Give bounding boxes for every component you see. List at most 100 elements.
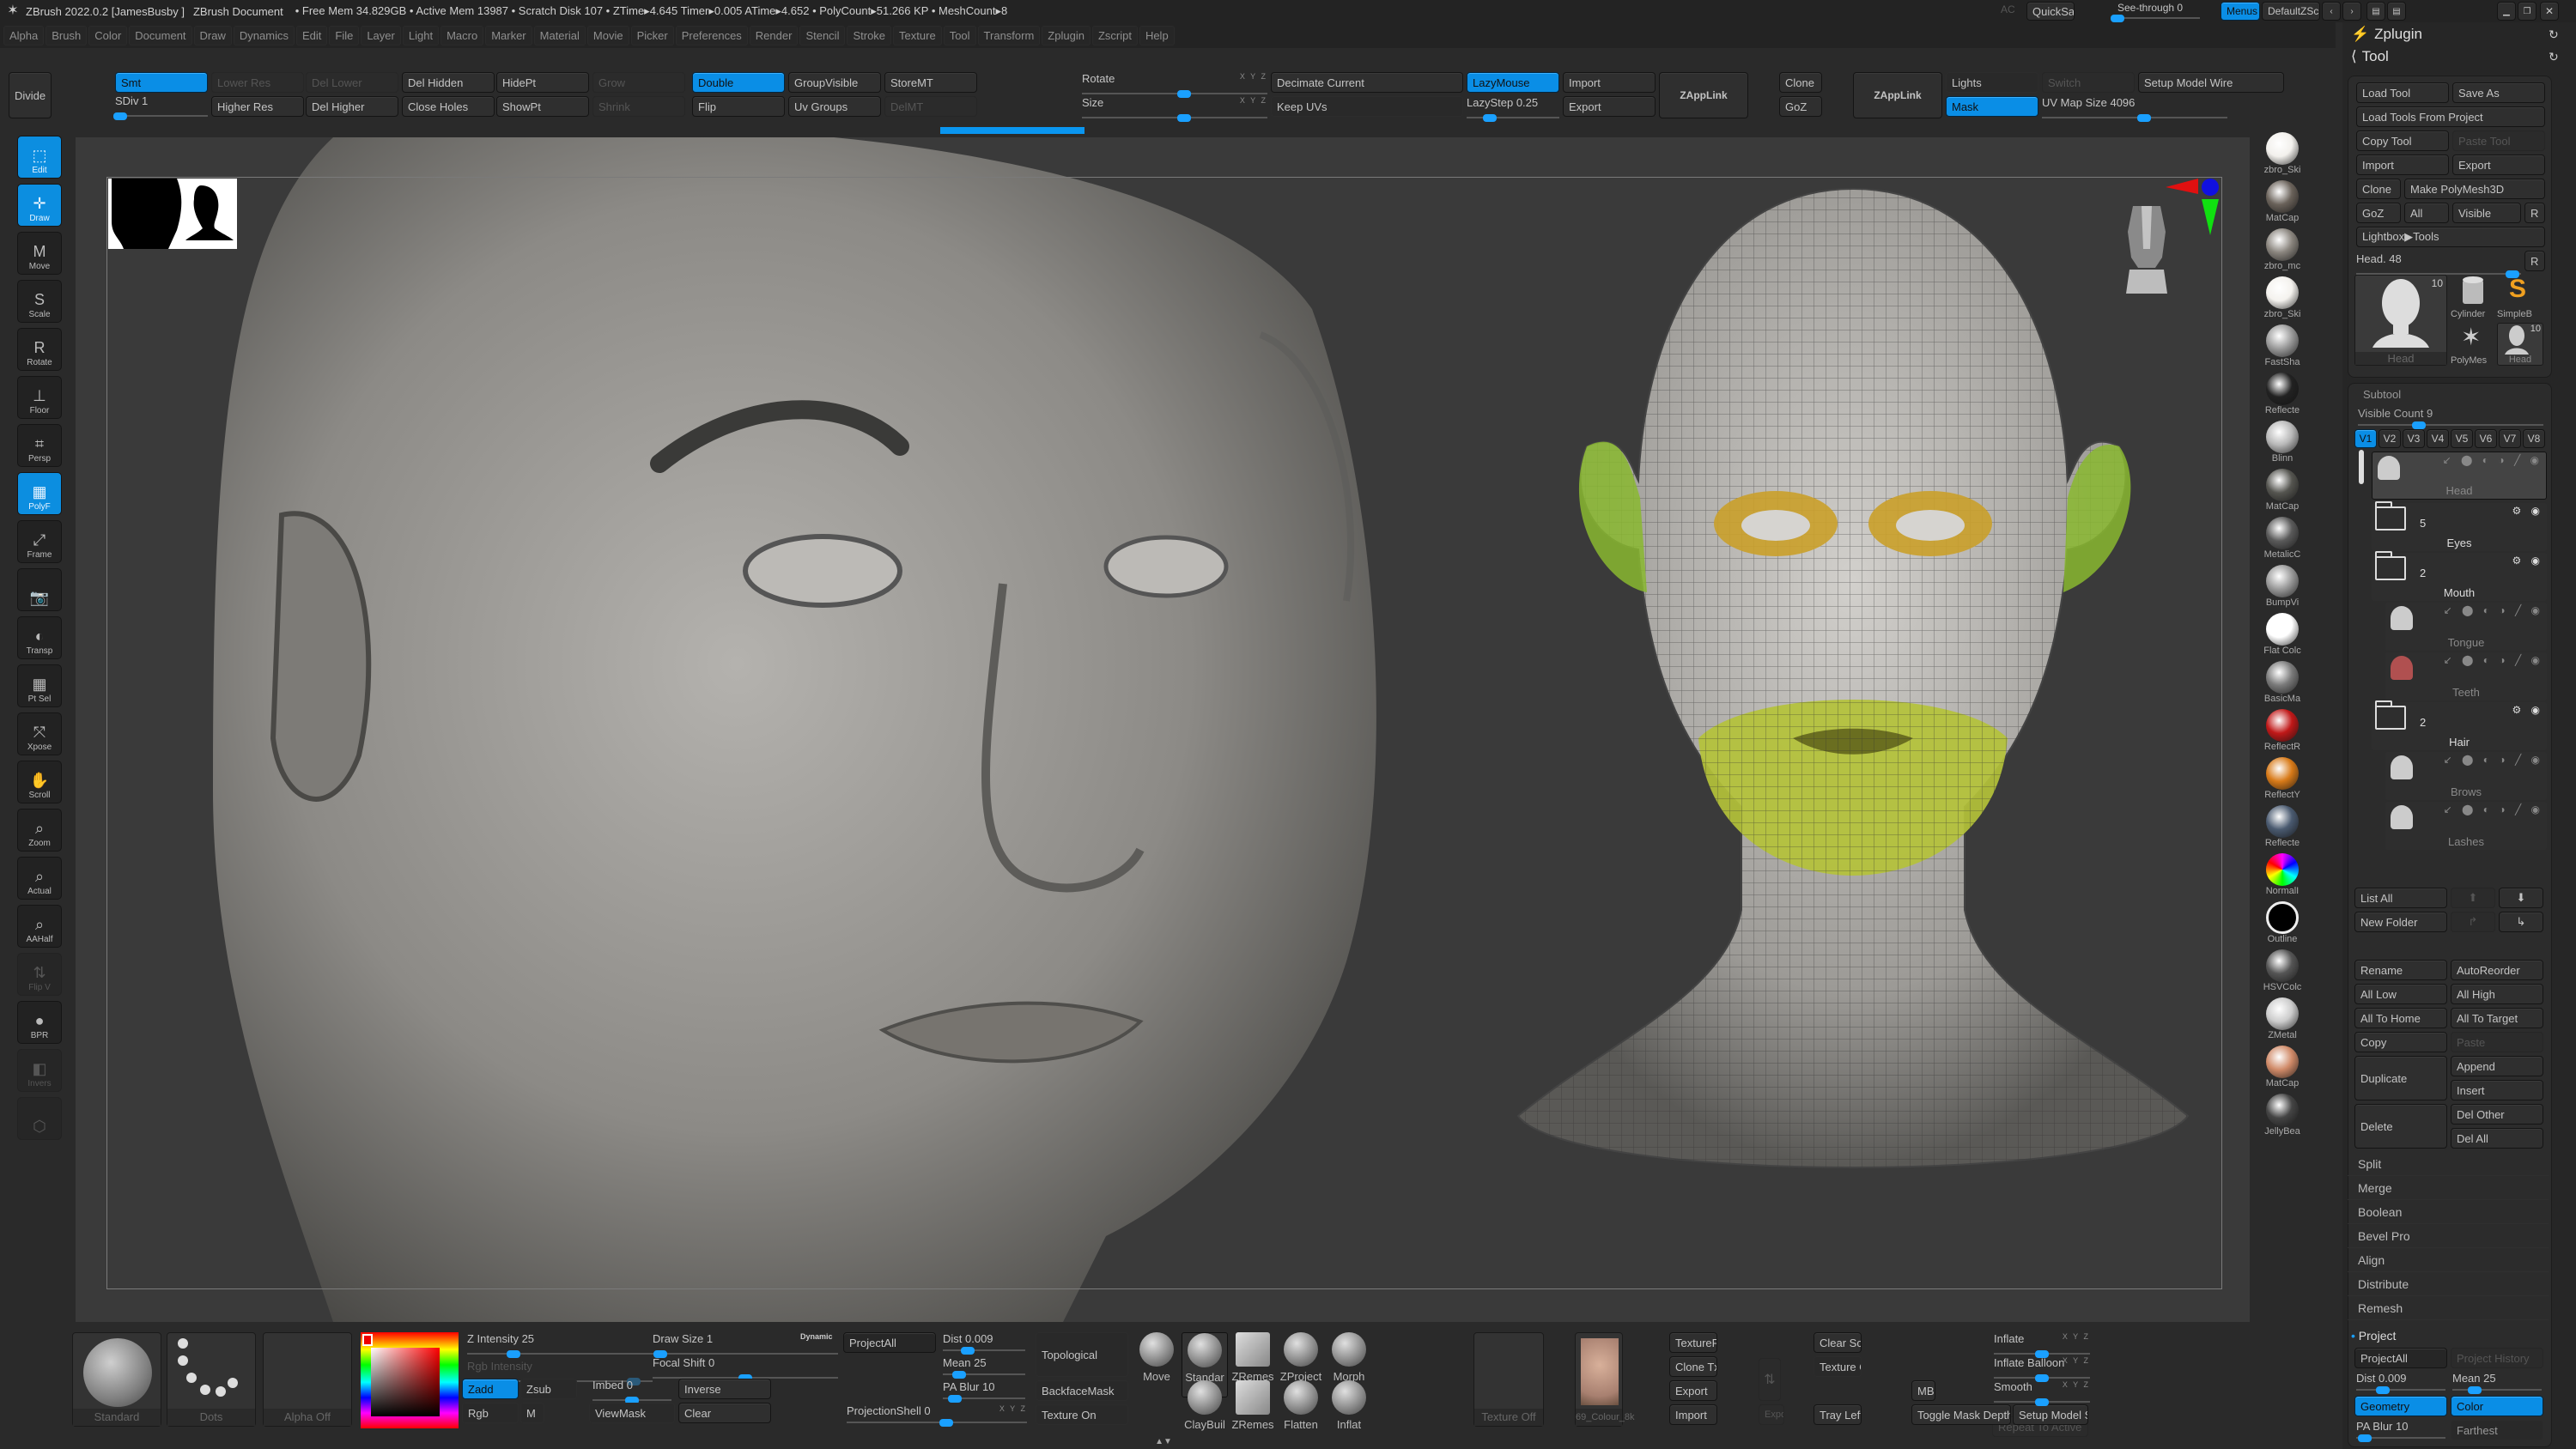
higher-res-button[interactable]: Higher Res <box>211 96 304 117</box>
goz-all-button[interactable]: All <box>2404 203 2449 223</box>
project-geometry-toggle[interactable]: Geometry <box>2354 1396 2447 1416</box>
project-history-button[interactable]: Project History <box>2451 1348 2543 1368</box>
goz-button[interactable]: GoZ <box>1779 96 1822 117</box>
all-high-button[interactable]: All High <box>2451 984 2543 1004</box>
quick-brush-flatten-7[interactable]: Flatten <box>1278 1380 1324 1446</box>
material-zbro_ski[interactable]: zbro_Ski <box>2255 276 2310 326</box>
clone-txtr-button[interactable]: Clone Txtr <box>1669 1356 1717 1377</box>
left-tool-move[interactable]: M Move <box>17 232 62 275</box>
folder-settings-visibility-icon[interactable]: ⚙ ◉ <box>2512 505 2543 517</box>
lazymouse-toggle[interactable]: LazyMouse <box>1467 72 1559 93</box>
texture-off-selector[interactable]: Texture Off <box>1473 1332 1544 1427</box>
left-tool-rotate[interactable]: R Rotate <box>17 328 62 371</box>
clear-mask-button[interactable]: Clear <box>678 1403 771 1423</box>
texture-export-2-button[interactable]: Export <box>1759 1404 1784 1425</box>
group-visible-button[interactable]: GroupVisible <box>788 72 881 93</box>
material-reflecte[interactable]: Reflecte <box>2255 805 2310 855</box>
del-hidden-button[interactable]: Del Hidden <box>402 72 495 93</box>
backface-mask-toggle[interactable]: BackfaceMask <box>1036 1380 1128 1401</box>
load-tool-button[interactable]: Load Tool <box>2356 82 2449 103</box>
project-mean-slider[interactable]: Mean 25 <box>2452 1372 2542 1394</box>
see-through-slider[interactable]: See-through 0 <box>2111 2 2200 22</box>
menu-draw[interactable]: Draw <box>193 25 232 45</box>
tool-thumb-cylinder[interactable]: Cylinder <box>2451 275 2495 319</box>
texture-import-button[interactable]: Import <box>1669 1404 1717 1425</box>
viewmask-button[interactable]: ViewMask <box>589 1403 675 1423</box>
restore-icon[interactable]: ❐ <box>2518 2 2537 21</box>
m-toggle[interactable]: M <box>520 1403 544 1423</box>
menu-dynamics[interactable]: Dynamics <box>233 25 295 45</box>
zapplink-button[interactable]: ZAppLink <box>1659 72 1748 118</box>
menu-light[interactable]: Light <box>402 25 440 45</box>
menu-preferences[interactable]: Preferences <box>675 25 748 45</box>
tool-goz-button[interactable]: GoZ <box>2356 203 2401 223</box>
subtool-lashes[interactable]: ↙ ⬤ ◐ ◑ ╱ ◉ Lashes <box>2385 802 2547 850</box>
material-flat-colc[interactable]: Flat Colc <box>2255 613 2310 663</box>
save-as-button[interactable]: Save As <box>2452 82 2545 103</box>
menu-color[interactable]: Color <box>88 25 128 45</box>
menu-help[interactable]: Help <box>1139 25 1175 45</box>
move-into-folder-icon[interactable]: ↳ <box>2499 912 2543 932</box>
all-to-home-button[interactable]: All To Home <box>2354 1008 2447 1028</box>
menu-zscript[interactable]: Zscript <box>1091 25 1138 45</box>
left-tool-pt-sel[interactable]: ▦ Pt Sel <box>17 664 62 707</box>
flip-button[interactable]: Flip <box>692 96 785 117</box>
version-tab-v1[interactable]: V1 <box>2354 429 2377 448</box>
subtool-toggle-icons[interactable]: ↙ ⬤ ◐ ◑ ╱ ◉ <box>2444 803 2543 815</box>
menu-transform[interactable]: Transform <box>977 25 1041 45</box>
left-tool-xpose[interactable]: ⤧ Xpose <box>17 712 62 755</box>
setup-model-wire-button[interactable]: Setup Model Wire <box>2138 72 2284 93</box>
redo-arrow-icon[interactable]: ↱ <box>2451 912 2495 932</box>
version-tab-v7[interactable]: V7 <box>2499 429 2521 448</box>
material-matcap[interactable]: MatCap <box>2255 180 2310 230</box>
folder-settings-visibility-icon[interactable]: ⚙ ◉ <box>2512 555 2543 567</box>
menu-picker[interactable]: Picker <box>630 25 674 45</box>
current-tool-r-button[interactable]: R <box>2524 251 2545 271</box>
left-tool-scale[interactable]: S Scale <box>17 280 62 323</box>
setup-model-side-button[interactable]: Setup Model Side <box>2013 1404 2088 1425</box>
menu-file[interactable]: File <box>329 25 360 45</box>
left-tool-aahalf[interactable]: ⌕ AAHalf <box>17 905 62 948</box>
material-normali[interactable]: NormalI <box>2255 853 2310 903</box>
all-low-button[interactable]: All Low <box>2354 984 2447 1004</box>
texture-flip-v-icon[interactable]: ⇅ <box>1759 1358 1781 1401</box>
material-zbro_ski[interactable]: zbro_Ski <box>2255 132 2310 182</box>
subtool-header[interactable]: Subtool <box>2363 388 2401 401</box>
z-intensity-slider[interactable]: Z Intensity 25 <box>467 1332 653 1358</box>
double-toggle[interactable]: Double <box>692 72 785 93</box>
left-tool-persp[interactable]: ⌗ Persp <box>17 424 62 467</box>
copy-tool-button[interactable]: Copy Tool <box>2356 130 2449 151</box>
material-reflecte[interactable]: Reflecte <box>2255 373 2310 422</box>
left-tool-transp[interactable]: ◐ Transp <box>17 616 62 659</box>
clone-button[interactable]: Clone <box>1779 72 1822 93</box>
hidept-button[interactable]: HidePt <box>496 72 589 93</box>
showpt-button[interactable]: ShowPt <box>496 96 589 117</box>
quick-brush-zremes-6[interactable]: ZRemes <box>1230 1380 1276 1446</box>
menu-brush[interactable]: Brush <box>46 25 88 45</box>
version-tab-v5[interactable]: V5 <box>2451 429 2473 448</box>
subtool-hair[interactable]: 2 ⚙ ◉ Hair <box>2372 700 2547 750</box>
project-color-toggle[interactable]: Color <box>2451 1396 2543 1416</box>
section-boolean[interactable]: Boolean <box>2348 1200 2549 1224</box>
left-tool-scroll[interactable]: ✋ Scroll <box>17 761 62 803</box>
left-tool-bpr[interactable]: ● BPR <box>17 1001 62 1044</box>
shelf-collapse-handle[interactable]: ▲▼ <box>1099 1438 1228 1446</box>
material-matcap[interactable]: MatCap <box>2255 469 2310 518</box>
del-all-button[interactable]: Del All <box>2451 1128 2543 1149</box>
list-all-button[interactable]: List All <box>2354 888 2447 908</box>
inflate-balloon-slider[interactable]: Inflate Balloon X Y Z <box>1994 1356 2090 1382</box>
del-higher-button[interactable]: Del Higher <box>306 96 398 117</box>
rgb-toggle[interactable]: Rgb <box>462 1403 519 1423</box>
shelf-pa-blur-slider[interactable]: PA Blur 10 <box>943 1380 1025 1403</box>
topological-toggle[interactable]: Topological <box>1036 1332 1128 1377</box>
shrink-button[interactable]: Shrink <box>592 96 685 117</box>
left-tool-flip-v[interactable]: ⇅ Flip V <box>17 953 62 996</box>
material-reflecty[interactable]: ReflectY <box>2255 757 2310 807</box>
layout-right-icon[interactable]: ▤ <box>2387 2 2406 21</box>
material-outline[interactable]: Outline <box>2255 901 2310 951</box>
copy-button[interactable]: Copy <box>2354 1032 2447 1052</box>
version-tab-v8[interactable]: V8 <box>2523 429 2545 448</box>
stroke-selector[interactable]: Dots <box>167 1332 256 1427</box>
menu-macro[interactable]: Macro <box>440 25 484 45</box>
tool-import-button[interactable]: Import <box>2356 155 2449 175</box>
